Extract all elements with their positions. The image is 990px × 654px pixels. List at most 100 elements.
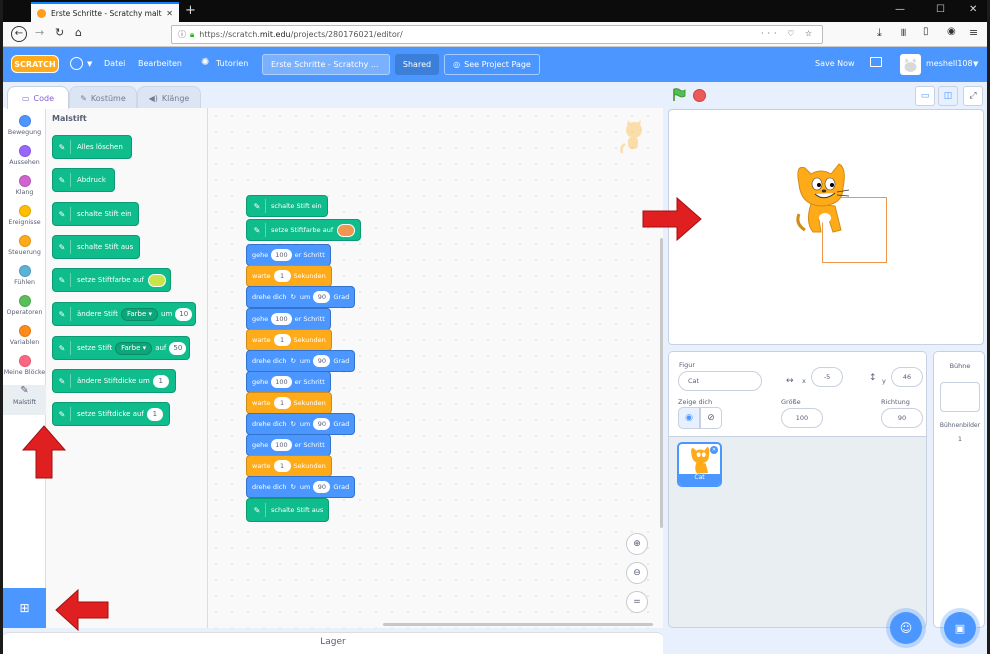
- script-wait[interactable]: warte 1 Sekunden: [246, 392, 332, 414]
- address-bar[interactable]: ⓘ 🔒︎ https://scratch. mit.edu/projects/28…: [171, 25, 823, 44]
- stop-icon[interactable]: [693, 89, 706, 102]
- category-variablen[interactable]: Variablen: [3, 325, 46, 355]
- block-pen-down[interactable]: ✎ schalte Stift ein: [52, 202, 139, 226]
- chevron-down-icon[interactable]: ▼: [87, 60, 92, 68]
- tab-code[interactable]: ▭ Code: [7, 86, 69, 109]
- direction-input[interactable]: 90: [881, 408, 923, 428]
- script-move[interactable]: gehe 100 er Schritt: [246, 434, 331, 456]
- tab-costumes[interactable]: ✎ Kostüme: [69, 86, 137, 109]
- script-wait[interactable]: warte 1 Sekunden: [246, 329, 332, 351]
- zoom-out-icon[interactable]: ⊖: [626, 562, 648, 584]
- block-change-pen-param[interactable]: ✎ ändere Stift Farbe ▾ um 10: [52, 302, 197, 326]
- script-turn[interactable]: drehe dich ↻ um 90 Grad: [246, 350, 356, 372]
- shared-button[interactable]: Shared: [395, 54, 439, 75]
- lightbulb-icon[interactable]: ✺: [201, 57, 209, 68]
- menu-file[interactable]: Datei: [104, 59, 125, 68]
- backpack[interactable]: Lager: [3, 632, 663, 654]
- add-backdrop-button[interactable]: ▣: [944, 612, 976, 644]
- browser-tab[interactable]: Erste Schritte - Scratchy malt o ✕: [31, 2, 179, 22]
- y-input[interactable]: 46: [891, 367, 923, 387]
- script-wait[interactable]: warte 1 Sekunden: [246, 265, 332, 287]
- username[interactable]: meshell108: [926, 59, 973, 68]
- category-operatoren[interactable]: Operatoren: [3, 295, 46, 325]
- script-turn[interactable]: drehe dich ↻ um 90 Grad: [246, 413, 356, 435]
- steps-input[interactable]: 100: [271, 439, 292, 451]
- fullscreen-icon[interactable]: ⤢: [963, 86, 983, 106]
- degrees-input[interactable]: 90: [313, 355, 331, 367]
- block-pen-up[interactable]: ✎ schalte Stift aus: [52, 235, 141, 259]
- size-input[interactable]: 100: [781, 408, 823, 428]
- close-window-icon[interactable]: ✕: [969, 4, 977, 15]
- category-klang[interactable]: Klang: [3, 175, 46, 205]
- extension-icon[interactable]: ◉: [947, 26, 956, 37]
- script-turn[interactable]: drehe dich ↻ um 90 Grad: [246, 286, 356, 308]
- minimize-icon[interactable]: —: [895, 4, 905, 15]
- block-set-pen-size[interactable]: ✎ setze Stiftdicke auf 1: [52, 402, 170, 426]
- degrees-input[interactable]: 90: [313, 418, 331, 430]
- degrees-input[interactable]: 90: [313, 291, 331, 303]
- color-swatch[interactable]: [147, 273, 166, 287]
- downloads-icon[interactable]: ⤓: [877, 26, 882, 40]
- sprite-name-input[interactable]: Cat: [678, 371, 762, 391]
- library-icon[interactable]: 𝍫: [901, 26, 906, 43]
- script-turn[interactable]: drehe dich ↻ um 90 Grad: [246, 476, 356, 498]
- close-tab-icon[interactable]: ✕: [166, 9, 173, 18]
- new-tab-icon[interactable]: +: [185, 3, 196, 18]
- menu-edit[interactable]: Bearbeiten: [138, 59, 182, 68]
- block-set-pen-color[interactable]: ✎ setze Stiftfarbe auf: [52, 268, 171, 292]
- script-move[interactable]: gehe 100 er Schritt: [246, 371, 331, 393]
- my-stuff-folder-icon[interactable]: [870, 57, 882, 67]
- info-icon[interactable]: ⓘ: [178, 29, 186, 40]
- avatar[interactable]: [900, 54, 921, 75]
- zoom-in-icon[interactable]: ⊕: [626, 533, 648, 555]
- script-move[interactable]: gehe 100 er Schritt: [246, 308, 331, 330]
- scratch-logo[interactable]: SCRATCH: [11, 55, 59, 73]
- green-flag-icon[interactable]: [672, 88, 686, 102]
- category-aussehen[interactable]: Aussehen: [3, 145, 46, 175]
- category-meine-bloecke[interactable]: Meine Blöcke: [3, 355, 46, 385]
- menu-hamburger-icon[interactable]: ≡: [969, 26, 978, 39]
- show-eye-icon[interactable]: ◉: [678, 407, 700, 429]
- save-now-button[interactable]: Save Now: [815, 59, 855, 68]
- cat-sprite[interactable]: [791, 162, 855, 238]
- category-fuehlen[interactable]: Fühlen: [3, 265, 46, 295]
- value-input[interactable]: 10: [175, 307, 193, 321]
- delete-sprite-icon[interactable]: ✕: [710, 446, 718, 454]
- param-dropdown[interactable]: Farbe ▾: [120, 307, 159, 321]
- steps-input[interactable]: 100: [271, 249, 292, 261]
- seconds-input[interactable]: 1: [273, 397, 291, 409]
- project-title-input[interactable]: Erste Schritte - Scratchy ...: [262, 54, 390, 75]
- seconds-input[interactable]: 1: [273, 270, 291, 282]
- value-input[interactable]: 1: [146, 407, 163, 421]
- script-move[interactable]: gehe 100 er Schritt: [246, 244, 331, 266]
- category-bewegung[interactable]: Bewegung: [3, 115, 46, 145]
- normal-stage-icon[interactable]: ◫: [938, 86, 958, 106]
- script-pen-down[interactable]: ✎ schalte Stift ein: [246, 195, 328, 217]
- stage[interactable]: [668, 109, 984, 345]
- block-set-pen-param[interactable]: ✎ setze Stift Farbe ▾ auf 50: [52, 336, 191, 360]
- script-wait[interactable]: warte 1 Sekunden: [246, 455, 332, 477]
- zoom-reset-icon[interactable]: =: [626, 591, 648, 613]
- steps-input[interactable]: 100: [271, 376, 292, 388]
- tab-sounds[interactable]: ◀) Klänge: [137, 86, 201, 109]
- value-input[interactable]: 50: [169, 341, 187, 355]
- steps-input[interactable]: 100: [271, 313, 292, 325]
- stage-backdrop-pane[interactable]: Bühne Bühnenbilder 1: [933, 351, 985, 628]
- script-vertical-scrollbar[interactable]: [660, 238, 663, 528]
- script-pen-up[interactable]: ✎ schalte Stift aus: [246, 498, 330, 522]
- seconds-input[interactable]: 1: [273, 460, 291, 472]
- hide-eye-icon[interactable]: ⊘: [700, 407, 722, 429]
- value-input[interactable]: 1: [152, 374, 169, 388]
- maximize-icon[interactable]: ☐: [936, 4, 945, 15]
- param-dropdown[interactable]: Farbe ▾: [115, 341, 153, 355]
- forward-icon[interactable]: →: [35, 26, 44, 39]
- home-icon[interactable]: ⌂: [75, 26, 82, 39]
- script-area[interactable]: ✎ schalte Stift ein ✎ setze Stiftfarbe auf…: [208, 108, 663, 628]
- degrees-input[interactable]: 90: [313, 481, 331, 493]
- block-change-pen-size[interactable]: ✎ ändere Stiftdicke um 1: [52, 369, 176, 393]
- category-steuerung[interactable]: Steuerung: [3, 235, 46, 265]
- block-clear[interactable]: ✎ Alles löschen: [52, 135, 132, 159]
- sprite-thumbnail[interactable]: ✕ Cat: [677, 442, 722, 487]
- small-stage-icon[interactable]: ▭: [915, 86, 935, 106]
- reload-icon[interactable]: ↻: [55, 26, 64, 39]
